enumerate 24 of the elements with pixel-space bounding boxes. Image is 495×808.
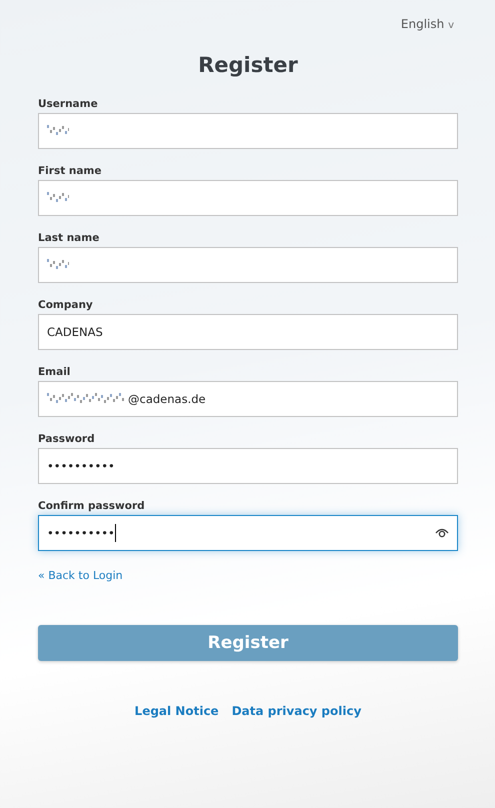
input-field[interactable] [38, 113, 458, 149]
field-label: Company [38, 299, 93, 311]
input-field[interactable]: CADENAS [38, 314, 458, 350]
field-label: First name [38, 165, 102, 177]
field-value: •••••••••• [47, 526, 115, 540]
input-field[interactable]: •••••••••• [38, 448, 458, 484]
footer-link[interactable]: Legal Notice [134, 704, 219, 718]
field-label: Password [38, 433, 95, 445]
input-field[interactable]: •••••••••• [38, 515, 458, 551]
field-value: CADENAS [47, 325, 103, 339]
page-title: Register [197, 53, 299, 77]
back-link[interactable]: « Back to Login [38, 569, 123, 582]
input-field[interactable]: @cadenas.de [38, 381, 458, 417]
field-label: Email [38, 366, 70, 378]
field-value: @cadenas.de [128, 392, 206, 406]
footer-link[interactable]: Data privacy policy [232, 704, 362, 718]
field-label: Last name [38, 232, 100, 244]
field-label: Username [38, 98, 98, 110]
eye-icon[interactable] [435, 528, 449, 538]
language-selector[interactable]: English v [400, 17, 454, 31]
input-field[interactable] [38, 247, 458, 283]
field-value: •••••••••• [47, 459, 115, 473]
input-field[interactable] [38, 180, 458, 216]
field-label: Confirm password [38, 500, 145, 512]
